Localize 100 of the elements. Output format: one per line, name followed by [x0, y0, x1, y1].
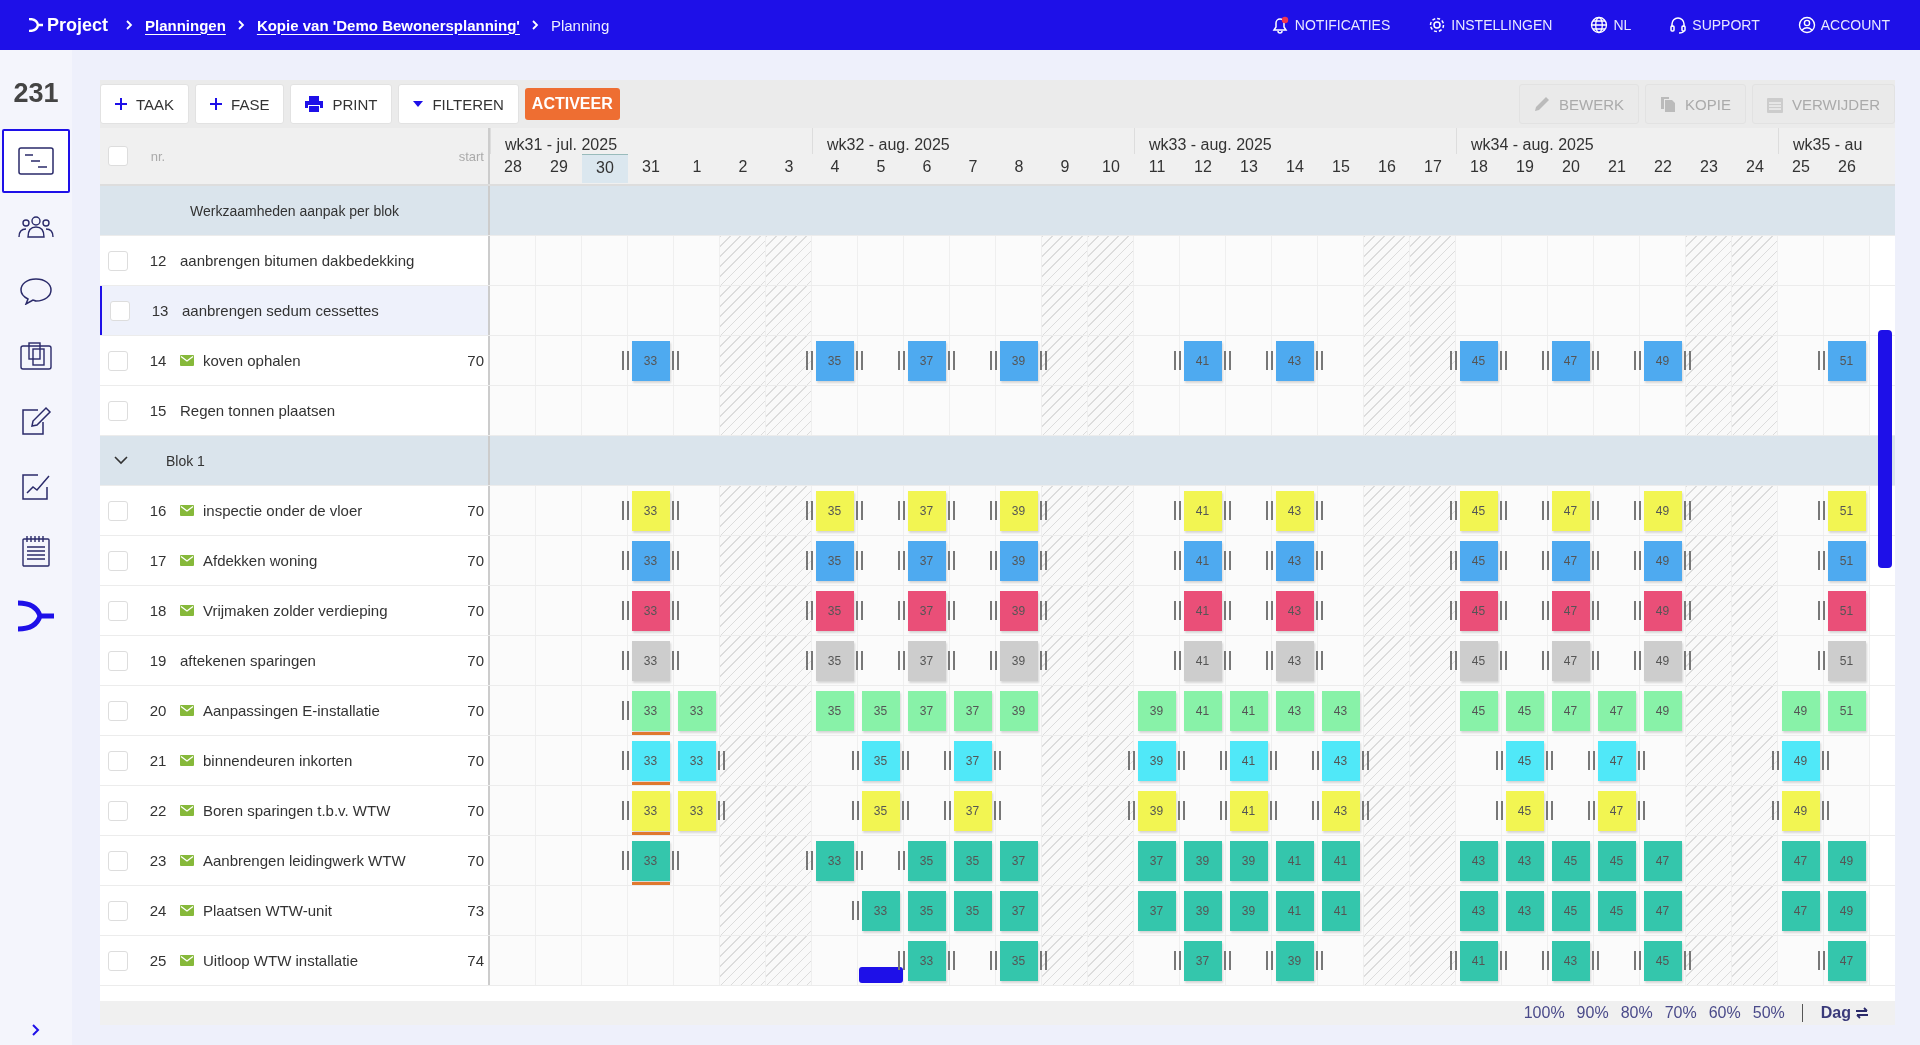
task-block[interactable]: 39 [1137, 690, 1176, 731]
task-block[interactable]: 33 [631, 740, 670, 781]
task-block[interactable]: 33 [677, 690, 716, 731]
task-block[interactable]: 37 [999, 890, 1038, 931]
task-block[interactable]: 33 [631, 490, 670, 531]
nav-button[interactable]: NL [1588, 14, 1634, 36]
task-block[interactable]: 39 [999, 690, 1038, 731]
resize-handle[interactable] [898, 851, 905, 870]
task-block[interactable]: 49 [1781, 690, 1820, 731]
task-block[interactable]: 49 [1643, 340, 1682, 381]
task-block[interactable]: 51 [1827, 540, 1866, 581]
task-block[interactable]: 39 [1183, 890, 1222, 931]
resize-handle[interactable] [1772, 801, 1779, 820]
row-checkbox[interactable] [108, 500, 128, 521]
row-checkbox[interactable] [108, 350, 128, 371]
resize-handle[interactable] [1174, 601, 1181, 620]
select-all-checkbox[interactable] [108, 146, 128, 166]
resize-handle[interactable] [990, 651, 997, 670]
resize-handle[interactable] [622, 801, 629, 820]
resize-handle[interactable] [1266, 651, 1273, 670]
task-block[interactable]: 41 [1183, 540, 1222, 581]
breadcrumb-link[interactable]: Planningen [145, 16, 226, 34]
task-block[interactable]: 35 [953, 840, 992, 881]
resize-handle[interactable] [1174, 501, 1181, 520]
task-block[interactable]: 39 [1275, 940, 1314, 981]
resize-handle[interactable] [1450, 551, 1457, 570]
toolbar-button[interactable]: TAAK [100, 84, 190, 124]
row-checkbox[interactable] [108, 250, 128, 271]
resize-handle[interactable] [990, 501, 997, 520]
row-checkbox[interactable] [108, 600, 128, 621]
sidebar-item[interactable] [2, 129, 70, 193]
row-checkbox[interactable] [110, 300, 130, 321]
task-block[interactable]: 33 [631, 640, 670, 681]
task-block[interactable]: 39 [999, 640, 1038, 681]
resize-handle[interactable] [898, 951, 905, 970]
resize-handle[interactable] [1818, 551, 1825, 570]
task-block[interactable]: 45 [1505, 790, 1544, 831]
task-block[interactable]: 45 [1551, 890, 1590, 931]
task-block[interactable]: 37 [907, 540, 946, 581]
task-block[interactable]: 39 [1183, 840, 1222, 881]
scale-toggle[interactable]: Dag [1814, 1003, 1875, 1023]
task-block[interactable]: 37 [1137, 840, 1176, 881]
task-block[interactable]: 35 [861, 740, 900, 781]
task-row[interactable]: 13 aanbrengen sedum cessettes [100, 286, 490, 335]
task-block[interactable]: 49 [1643, 640, 1682, 681]
resize-handle[interactable] [1450, 951, 1457, 970]
task-block[interactable]: 41 [1229, 740, 1268, 781]
task-block[interactable]: 45 [1459, 340, 1498, 381]
resize-handle[interactable] [1634, 651, 1641, 670]
task-block[interactable]: 33 [677, 740, 716, 781]
resize-handle[interactable] [1496, 751, 1503, 770]
resize-handle[interactable] [1634, 951, 1641, 970]
task-block[interactable]: 37 [999, 840, 1038, 881]
task-block[interactable]: 33 [815, 840, 854, 881]
task-block[interactable]: 49 [1643, 690, 1682, 731]
zoom-option[interactable]: 70% [1659, 1004, 1702, 1022]
task-block[interactable]: 35 [907, 890, 946, 931]
task-block[interactable]: 35 [815, 490, 854, 531]
resize-handle[interactable] [1634, 351, 1641, 370]
task-block[interactable]: 35 [861, 790, 900, 831]
resize-handle[interactable] [1312, 751, 1319, 770]
task-block[interactable]: 45 [1459, 540, 1498, 581]
resize-handle[interactable] [852, 751, 859, 770]
task-block[interactable]: 41 [1229, 690, 1268, 731]
drag-handle[interactable] [859, 967, 903, 983]
task-block[interactable]: 51 [1827, 490, 1866, 531]
row-checkbox[interactable] [108, 700, 128, 721]
resize-handle[interactable] [898, 651, 905, 670]
resize-handle[interactable] [806, 651, 813, 670]
resize-handle[interactable] [1818, 951, 1825, 970]
resize-handle[interactable] [1496, 801, 1503, 820]
resize-handle[interactable] [1174, 951, 1181, 970]
resize-handle[interactable] [1542, 551, 1549, 570]
resize-handle[interactable] [1818, 351, 1825, 370]
row-checkbox[interactable] [108, 550, 128, 571]
task-block[interactable]: 45 [1505, 740, 1544, 781]
task-block[interactable]: 45 [1551, 840, 1590, 881]
task-block[interactable]: 43 [1321, 690, 1360, 731]
resize-handle[interactable] [1588, 751, 1595, 770]
task-block[interactable]: 47 [1781, 890, 1820, 931]
resize-handle[interactable] [1588, 801, 1595, 820]
row-checkbox[interactable] [108, 850, 128, 871]
task-block[interactable]: 41 [1183, 340, 1222, 381]
task-block[interactable]: 43 [1275, 340, 1314, 381]
resize-handle[interactable] [898, 351, 905, 370]
resize-handle[interactable] [806, 851, 813, 870]
row-checkbox[interactable] [108, 650, 128, 671]
zoom-option[interactable]: 100% [1518, 1004, 1570, 1022]
task-block[interactable]: 47 [1643, 890, 1682, 931]
task-block[interactable]: 45 [1597, 890, 1636, 931]
resize-handle[interactable] [944, 751, 951, 770]
resize-handle[interactable] [1220, 801, 1227, 820]
resize-handle[interactable] [806, 601, 813, 620]
task-block[interactable]: 45 [1597, 840, 1636, 881]
task-block[interactable]: 49 [1781, 740, 1820, 781]
task-block[interactable]: 33 [907, 940, 946, 981]
chevron-icon[interactable] [114, 456, 128, 465]
task-block[interactable]: 35 [815, 340, 854, 381]
task-block[interactable]: 39 [999, 340, 1038, 381]
task-block[interactable]: 41 [1275, 890, 1314, 931]
